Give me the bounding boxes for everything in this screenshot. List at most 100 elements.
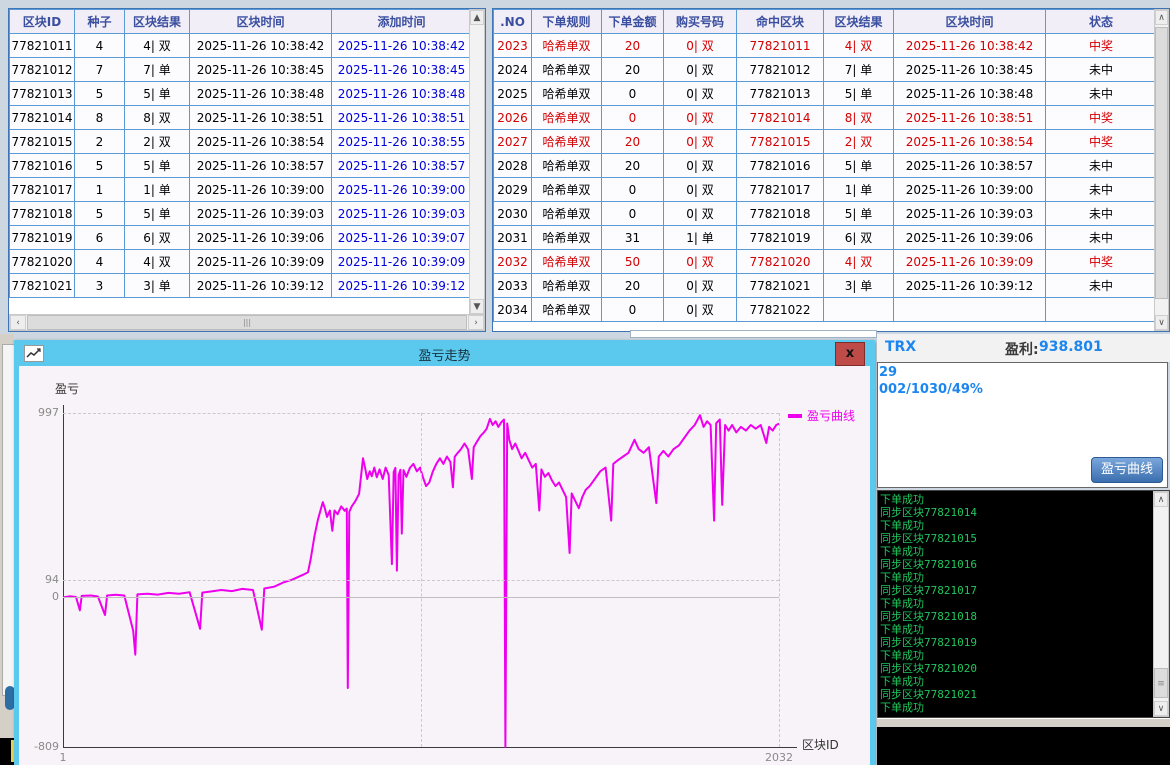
log-terminal[interactable]: 下单成功同步区块77821014下单成功同步区块77821015下单成功同步区块… [877, 490, 1170, 718]
terminal-scrollbar[interactable]: ∧ ≡ ∨ [1153, 491, 1169, 717]
table-row[interactable]: 2028哈希单双200| 双778210165| 单2025-11-26 10:… [494, 154, 1157, 178]
cell-block_time [894, 298, 1046, 322]
cell-amount: 20 [602, 130, 664, 154]
left-table-vertical-scrollbar[interactable]: ▲ ▼ [469, 9, 485, 315]
column-header[interactable]: 区块ID [10, 10, 75, 34]
cell-result: 6| 双 [824, 226, 894, 250]
table-row[interactable]: 2029哈希单双00| 双778210171| 单2025-11-26 10:3… [494, 178, 1157, 202]
column-header[interactable]: 下单规则 [532, 10, 602, 34]
cell-rule: 哈希单双 [532, 34, 602, 58]
scroll-down-button[interactable]: ∨ [1155, 315, 1168, 330]
column-header[interactable]: 状态 [1046, 10, 1157, 34]
table-row[interactable]: 2030哈希单双00| 双778210185| 单2025-11-26 10:3… [494, 202, 1157, 226]
table-row[interactable]: 2027哈希单双200| 双778210152| 双2025-11-26 10:… [494, 130, 1157, 154]
close-button[interactable]: x [835, 342, 865, 366]
y-tick-997: 997 [19, 406, 59, 419]
window-titlebar[interactable]: 盈亏走势 x [14, 340, 875, 366]
vertical-scroll-thumb[interactable] [1155, 27, 1168, 299]
column-header[interactable]: 购买号码 [664, 10, 737, 34]
cell-number: 0| 双 [664, 298, 737, 322]
cell-status: 未中 [1046, 82, 1157, 106]
stats-strip: TRX 盈利: 938.801 [877, 334, 1170, 362]
cell-result [824, 298, 894, 322]
column-header[interactable]: 区块结果 [824, 10, 894, 34]
table-row[interactable]: 7782101355| 单2025-11-26 10:38:482025-11-… [10, 82, 472, 106]
cell-add_time: 2025-11-26 10:38:57 [332, 154, 472, 178]
cell-result: 4| 双 [824, 250, 894, 274]
cell-amount: 0 [602, 298, 664, 322]
table-row[interactable]: 7782101488| 双2025-11-26 10:38:512025-11-… [10, 106, 472, 130]
order-table-header: .NO下单规则下单金额购买号码命中区块区块结果区块时间状态 [494, 10, 1157, 34]
cell-id: 77821013 [10, 82, 75, 106]
y-tick-0: 0 [19, 590, 59, 603]
cell-number: 0| 双 [664, 82, 737, 106]
table-row[interactable]: 2023哈希单双200| 双778210114| 双2025-11-26 10:… [494, 34, 1157, 58]
cell-hit_block: 77821013 [737, 82, 824, 106]
column-header[interactable]: 下单金额 [602, 10, 664, 34]
chevron-up-icon: ∧ [1158, 13, 1165, 23]
scroll-down-button[interactable]: ▼ [470, 299, 484, 314]
scroll-up-button[interactable]: ∧ [1155, 10, 1168, 25]
cell-block_time: 2025-11-26 10:38:51 [190, 106, 332, 130]
table-row[interactable]: 7782102044| 双2025-11-26 10:39:092025-11-… [10, 250, 472, 274]
cell-status: 未中 [1046, 274, 1157, 298]
table-row[interactable]: 2026哈希单双00| 双778210148| 双2025-11-26 10:3… [494, 106, 1157, 130]
cell-add_time: 2025-11-26 10:39:12 [332, 274, 472, 298]
log-line: 下单成功 [880, 519, 1151, 532]
scroll-down-button[interactable]: ∨ [1154, 701, 1168, 716]
table-row[interactable]: 2033哈希单双200| 双778210213| 单2025-11-26 10:… [494, 274, 1157, 298]
chart-canvas: 盈亏 区块ID 盈亏曲线 997940-80912032 [19, 366, 870, 765]
profit-curve-button[interactable]: 盈亏曲线 [1091, 457, 1163, 483]
table-row[interactable]: 7782101522| 双2025-11-26 10:38:542025-11-… [10, 130, 472, 154]
column-header[interactable]: 区块结果 [125, 10, 190, 34]
table-row[interactable]: 7782101711| 单2025-11-26 10:39:002025-11-… [10, 178, 472, 202]
scroll-up-button[interactable]: ▲ [470, 10, 484, 25]
column-header[interactable]: 区块时间 [894, 10, 1046, 34]
cell-seed: 8 [75, 106, 125, 130]
cell-amount: 20 [602, 34, 664, 58]
cell-seed: 5 [75, 82, 125, 106]
cell-no: 2032 [494, 250, 532, 274]
table-row[interactable]: 2024哈希单双200| 双778210127| 单2025-11-26 10:… [494, 58, 1157, 82]
table-row[interactable]: 7782101144| 双2025-11-26 10:38:422025-11-… [10, 34, 472, 58]
table-row[interactable]: 7782102133| 单2025-11-26 10:39:122025-11-… [10, 274, 472, 298]
horizontal-scroll-thumb[interactable]: ||| [27, 315, 467, 330]
cell-status: 中奖 [1046, 250, 1157, 274]
x-axis-line [63, 747, 797, 748]
cell-status: 中奖 [1046, 106, 1157, 130]
stats-info-box: 29 002/1030/49% 盈亏曲线 [877, 362, 1168, 488]
log-line: 同步区块77821016 [880, 558, 1151, 571]
scroll-right-button[interactable]: › [468, 315, 484, 330]
terminal-scroll-thumb[interactable]: ≡ [1154, 668, 1168, 698]
table-row[interactable]: 2034哈希单双00| 双77821022 [494, 298, 1157, 322]
table-row[interactable]: 7782101855| 单2025-11-26 10:39:032025-11-… [10, 202, 472, 226]
cell-result: 3| 单 [125, 274, 190, 298]
table-row[interactable]: 2032哈希单双500| 双778210204| 双2025-11-26 10:… [494, 250, 1157, 274]
block-table-panel: 区块ID种子区块结果区块时间添加时间 7782101144| 双2025-11-… [8, 8, 486, 332]
left-table-horizontal-scrollbar[interactable]: ‹ ||| › [9, 314, 485, 331]
cell-seed: 4 [75, 34, 125, 58]
scroll-up-button[interactable]: ∧ [1154, 492, 1168, 507]
table-row[interactable]: 7782101277| 单2025-11-26 10:38:452025-11-… [10, 58, 472, 82]
column-header[interactable]: 种子 [75, 10, 125, 34]
column-header[interactable]: .NO [494, 10, 532, 34]
cell-no: 2034 [494, 298, 532, 322]
cell-hit_block: 77821015 [737, 130, 824, 154]
chevron-down-icon: ∨ [1158, 318, 1165, 328]
table-row[interactable]: 7782101655| 单2025-11-26 10:38:572025-11-… [10, 154, 472, 178]
column-header[interactable]: 添加时间 [332, 10, 472, 34]
table-row[interactable]: 2031哈希单双311| 单778210196| 双2025-11-26 10:… [494, 226, 1157, 250]
column-header[interactable]: 命中区块 [737, 10, 824, 34]
cell-hit_block: 77821021 [737, 274, 824, 298]
column-header[interactable]: 区块时间 [190, 10, 332, 34]
table-row[interactable]: 7782101966| 双2025-11-26 10:39:062025-11-… [10, 226, 472, 250]
x-tick-2032: 2032 [754, 751, 804, 764]
scroll-left-button[interactable]: ‹ [10, 315, 26, 330]
table-row[interactable]: 2025哈希单双00| 双778210135| 单2025-11-26 10:3… [494, 82, 1157, 106]
cell-amount: 20 [602, 58, 664, 82]
cell-rule: 哈希单双 [532, 298, 602, 322]
cell-result: 5| 单 [824, 154, 894, 178]
order-table-vertical-scrollbar[interactable]: ∧ ∨ [1154, 9, 1169, 331]
legend-line-marker [788, 414, 802, 418]
cell-result: 7| 单 [824, 58, 894, 82]
